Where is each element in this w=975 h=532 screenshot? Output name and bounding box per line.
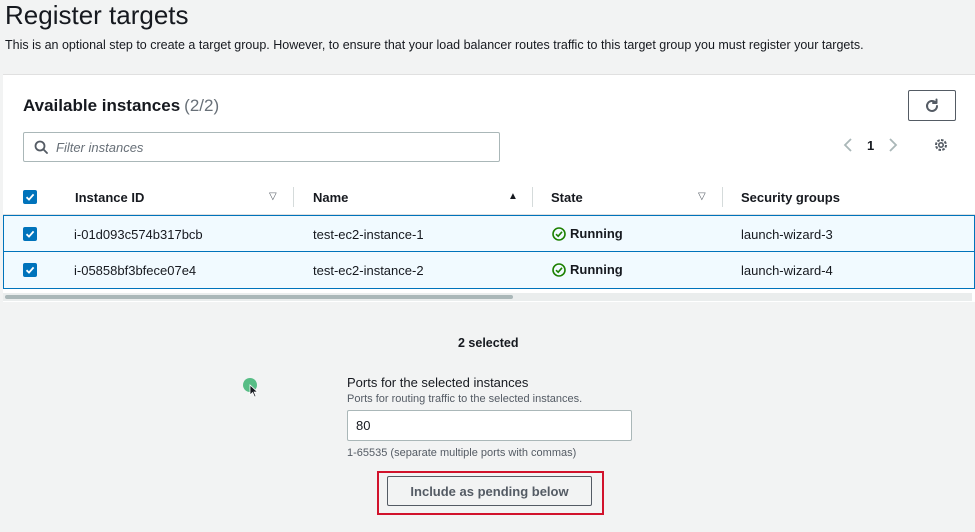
pagination: 1 bbox=[843, 137, 898, 153]
panel-heading: Available instances (2/2) bbox=[23, 96, 219, 116]
security-group: launch-wizard-3 bbox=[741, 227, 833, 242]
column-header-name[interactable]: Name bbox=[313, 190, 348, 205]
scrollbar-thumb[interactable] bbox=[5, 295, 513, 299]
instance-id: i-01d093c574b317bcb bbox=[74, 227, 203, 242]
refresh-icon bbox=[926, 98, 938, 112]
column-divider[interactable] bbox=[722, 187, 723, 207]
page-description: This is an optional step to create a tar… bbox=[5, 38, 864, 52]
column-divider[interactable] bbox=[532, 187, 533, 207]
page-title: Register targets bbox=[5, 0, 189, 30]
mouse-pointer-icon bbox=[249, 384, 259, 398]
gear-icon bbox=[935, 139, 947, 151]
state-running: Running bbox=[552, 226, 623, 241]
checkmark-icon bbox=[25, 266, 35, 274]
select-all-checkbox[interactable] bbox=[23, 190, 37, 204]
chevron-left-icon[interactable] bbox=[843, 137, 853, 153]
ports-hint: 1-65535 (separate multiple ports with co… bbox=[347, 447, 577, 459]
filter-instances-input[interactable] bbox=[56, 139, 476, 155]
security-group: launch-wizard-4 bbox=[741, 263, 833, 278]
instance-id: i-05858bf3bfece07e4 bbox=[74, 263, 197, 278]
available-instances-panel: Available instances(2/2) 1 bbox=[3, 74, 975, 302]
ports-description: Ports for routing traffic to the selecte… bbox=[347, 393, 583, 405]
checkmark-icon bbox=[25, 193, 35, 201]
column-divider[interactable] bbox=[293, 187, 294, 207]
column-header-security-groups[interactable]: Security groups bbox=[741, 190, 840, 205]
instance-count: (2/2) bbox=[184, 96, 220, 115]
panel-heading-label: Available instances bbox=[23, 96, 181, 115]
table-header: Instance ID ▽ Name ▲ State ▽ Security gr… bbox=[3, 180, 975, 215]
include-as-pending-button[interactable]: Include as pending below bbox=[387, 476, 592, 506]
search-icon bbox=[34, 140, 48, 154]
state-label: Running bbox=[570, 262, 623, 277]
row-checkbox[interactable] bbox=[23, 263, 37, 277]
sort-down-icon[interactable]: ▽ bbox=[698, 191, 706, 202]
page-number[interactable]: 1 bbox=[867, 138, 874, 153]
ports-input[interactable] bbox=[347, 410, 632, 441]
instances-table: Instance ID ▽ Name ▲ State ▽ Security gr… bbox=[3, 180, 975, 289]
filter-instances-field[interactable] bbox=[23, 132, 500, 162]
refresh-button[interactable] bbox=[908, 90, 956, 121]
instance-name: test-ec2-instance-1 bbox=[313, 227, 424, 242]
check-circle-icon bbox=[552, 226, 566, 241]
column-header-instance-id[interactable]: Instance ID bbox=[75, 190, 144, 205]
state-label: Running bbox=[570, 226, 623, 241]
sort-up-icon[interactable]: ▲ bbox=[508, 191, 518, 202]
ports-label: Ports for the selected instances bbox=[347, 375, 529, 390]
check-circle-icon bbox=[552, 262, 566, 277]
table-row[interactable]: i-01d093c574b317bcb test-ec2-instance-1 … bbox=[3, 215, 975, 252]
state-running: Running bbox=[552, 262, 623, 277]
row-checkbox[interactable] bbox=[23, 227, 37, 241]
column-header-state[interactable]: State bbox=[551, 190, 583, 205]
instance-name: test-ec2-instance-2 bbox=[313, 263, 424, 278]
selected-count: 2 selected bbox=[458, 336, 519, 350]
checkmark-icon bbox=[25, 230, 35, 238]
table-settings-button[interactable] bbox=[933, 137, 949, 158]
sort-down-icon[interactable]: ▽ bbox=[269, 191, 277, 202]
table-row[interactable]: i-05858bf3bfece07e4 test-ec2-instance-2 … bbox=[3, 252, 975, 289]
chevron-right-icon[interactable] bbox=[888, 137, 898, 153]
horizontal-scrollbar[interactable] bbox=[3, 293, 972, 301]
